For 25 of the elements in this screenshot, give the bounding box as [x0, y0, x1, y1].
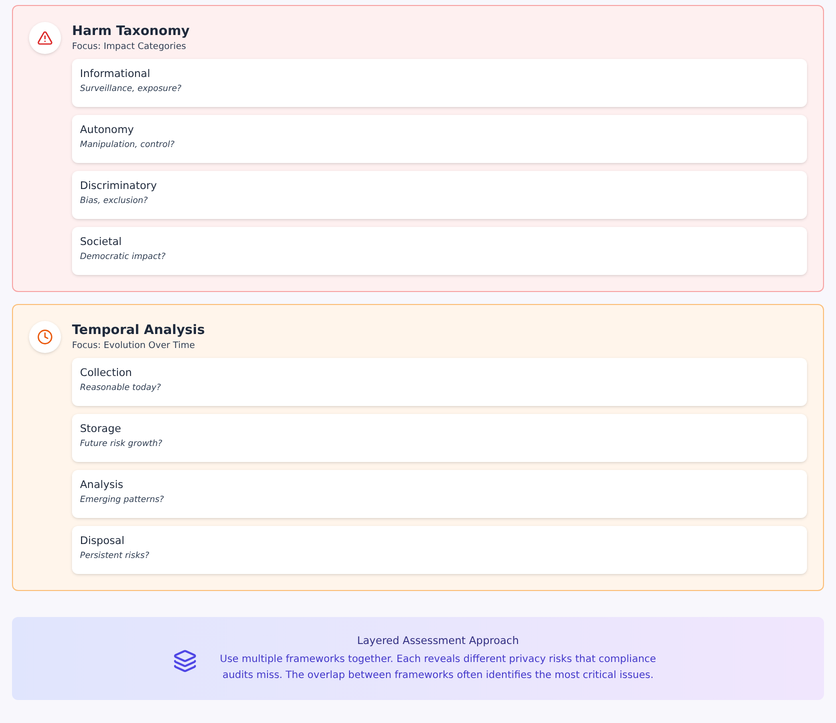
- category-question: Persistent risks?: [80, 550, 150, 563]
- category-name: Storage: [80, 422, 122, 437]
- panel-focus: Focus: Evolution Over Time: [72, 340, 196, 352]
- category-question: Manipulation, control?: [80, 139, 176, 152]
- category-name: Collection: [80, 366, 133, 381]
- category-name: Autonomy: [80, 123, 135, 138]
- callout-text: Use multiple frameworks together. Each reveals different privacy risks that compliance audits miss. The overlap between frameworks often identifies the most critical issues.: [218, 653, 658, 683]
- panel-title: Harm Taxonomy: [72, 23, 191, 41]
- category-question: Reasonable today?: [80, 382, 162, 395]
- category-name: Societal: [80, 235, 123, 250]
- category-name: Disposal: [80, 534, 126, 549]
- category-question: Future risk growth?: [80, 438, 164, 451]
- panel-title: Temporal Analysis: [72, 322, 206, 340]
- category-question: Surveillance, exposure?: [80, 83, 182, 96]
- layers-icon: [173, 648, 197, 672]
- callout-title: Layered Assessment Approach: [357, 634, 519, 649]
- warning-icon: [37, 30, 53, 46]
- panel-focus: Focus: Impact Categories: [72, 41, 188, 53]
- category-question: Emerging patterns?: [80, 494, 165, 507]
- category-name: Discriminatory: [80, 179, 158, 194]
- clock-icon: [37, 329, 53, 345]
- category-question: Democratic impact?: [80, 251, 166, 264]
- category-question: Bias, exclusion?: [80, 195, 149, 208]
- category-name: Analysis: [80, 478, 124, 493]
- category-name: Informational: [80, 67, 152, 82]
